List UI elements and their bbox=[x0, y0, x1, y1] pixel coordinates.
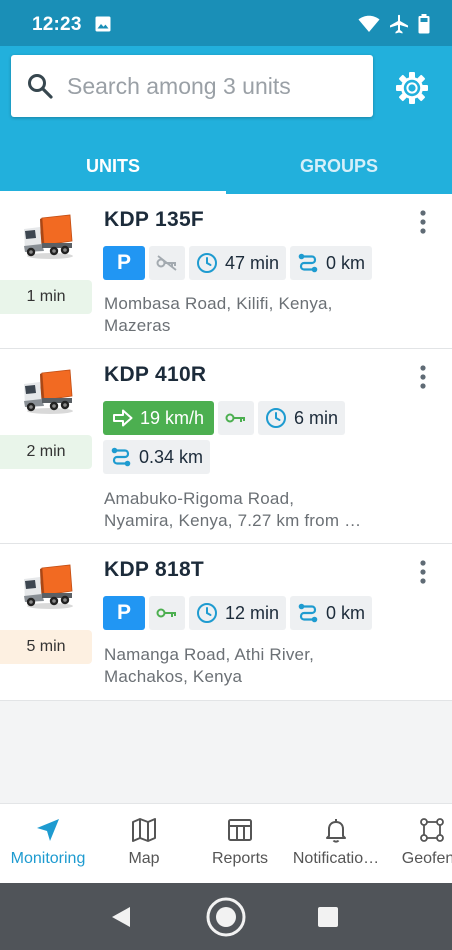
status-time: 12:23 bbox=[32, 14, 82, 35]
bell-icon bbox=[326, 819, 346, 843]
tab-units[interactable]: UNITS bbox=[0, 138, 226, 194]
unit-address: Amabuko-Rigoma Road, Nyamira, Kenya, 7.2… bbox=[104, 488, 404, 532]
distance-chip: 0 km bbox=[290, 246, 373, 280]
home-icon[interactable] bbox=[205, 896, 247, 938]
key-on-icon bbox=[225, 413, 246, 423]
last-update-badge: 2 min bbox=[0, 435, 92, 469]
truck-icon bbox=[24, 369, 73, 414]
route-icon bbox=[111, 447, 131, 467]
settings-gear-icon[interactable] bbox=[394, 70, 430, 106]
duration-chip: 6 min bbox=[258, 401, 346, 435]
unit-address: Mombasa Road, Kilifi, Kenya, Mazeras bbox=[104, 293, 404, 337]
unit-card[interactable]: 1 min KDP 135F P 47 min 0 km Mombasa Roa… bbox=[0, 194, 452, 349]
status-icons bbox=[358, 14, 430, 34]
unit-address: Namanga Road, Athi River, Machakos, Keny… bbox=[104, 644, 404, 688]
nav-geofences[interactable]: Geofenc bbox=[384, 804, 452, 884]
address-line: Namanga Road, Athi River, bbox=[104, 645, 315, 664]
image-notification-icon bbox=[95, 16, 111, 32]
clock-icon bbox=[266, 408, 287, 428]
battery-icon bbox=[418, 14, 430, 34]
distance-value: 0.34 km bbox=[139, 446, 204, 467]
last-update-badge: 1 min bbox=[0, 280, 92, 314]
more-options-icon[interactable] bbox=[414, 363, 432, 391]
nav-map[interactable]: Map bbox=[96, 804, 192, 884]
tab-groups[interactable]: GROUPS bbox=[226, 138, 452, 194]
nav-label: Notificatio… bbox=[292, 850, 380, 867]
route-icon bbox=[298, 253, 318, 273]
duration-chip: 12 min bbox=[189, 596, 287, 630]
ignition-on-chip bbox=[149, 596, 185, 630]
bottom-navigation: Monitoring Map Reports Notificatio… Geof… bbox=[0, 803, 452, 883]
table-icon bbox=[228, 819, 252, 841]
parked-status-badge: P bbox=[103, 596, 145, 630]
address-line: Machakos, Kenya bbox=[104, 667, 243, 686]
distance-value: 0 km bbox=[326, 602, 366, 623]
address-line: Nyamira, Kenya, 7.27 km from … bbox=[104, 511, 362, 530]
truck-icon bbox=[24, 564, 73, 609]
back-icon[interactable] bbox=[110, 905, 132, 929]
nav-notifications[interactable]: Notificatio… bbox=[288, 804, 384, 884]
address-line: Mazeras bbox=[104, 316, 171, 335]
route-icon bbox=[298, 603, 318, 623]
nav-label: Geofenc bbox=[401, 850, 452, 867]
key-off-icon bbox=[156, 255, 177, 271]
speed-chip: 19 km/h bbox=[103, 401, 215, 435]
nav-reports[interactable]: Reports bbox=[192, 804, 288, 884]
search-icon bbox=[28, 74, 53, 99]
ignition-off-chip bbox=[149, 246, 185, 280]
last-update-badge: 5 min bbox=[0, 630, 92, 664]
duration-chip: 47 min bbox=[189, 246, 287, 280]
recents-icon[interactable] bbox=[317, 906, 339, 928]
map-icon bbox=[132, 818, 156, 842]
address-line: Amabuko-Rigoma Road, bbox=[104, 489, 295, 508]
search-box[interactable] bbox=[11, 55, 373, 117]
clock-icon bbox=[197, 603, 217, 623]
search-input[interactable] bbox=[67, 69, 363, 103]
nav-label: Monitoring bbox=[10, 850, 86, 867]
ignition-on-chip bbox=[218, 401, 255, 435]
unit-name: KDP 135F bbox=[104, 208, 205, 231]
unit-card[interactable]: 5 min KDP 818T P 12 min 0 km Namanga Roa… bbox=[0, 544, 452, 701]
moving-arrow-icon bbox=[113, 409, 133, 427]
status-bar: 12:23 bbox=[0, 0, 452, 46]
parked-status-badge: P bbox=[103, 246, 145, 280]
unit-list: 1 min KDP 135F P 47 min 0 km Mombasa Roa… bbox=[0, 194, 452, 701]
airplane-mode-icon bbox=[390, 14, 408, 34]
unit-status-chips: P 47 min 0 km bbox=[103, 246, 393, 280]
key-on-icon bbox=[156, 608, 176, 618]
unit-card[interactable]: 2 min KDP 410R 19 km/h 6 min 0.34 km Ama… bbox=[0, 349, 452, 544]
speed-value: 19 km/h bbox=[140, 407, 205, 428]
duration-value: 12 min bbox=[225, 602, 280, 623]
more-options-icon[interactable] bbox=[414, 208, 432, 236]
unit-name: KDP 818T bbox=[104, 558, 205, 581]
navigation-arrow-icon bbox=[37, 819, 59, 841]
system-navigation-bar bbox=[0, 883, 452, 950]
address-line: Mombasa Road, Kilifi, Kenya, bbox=[104, 294, 333, 313]
truck-icon bbox=[24, 214, 73, 259]
distance-chip: 0 km bbox=[290, 596, 373, 630]
distance-chip: 0.34 km bbox=[103, 440, 211, 474]
geofence-icon bbox=[420, 818, 444, 842]
duration-value: 6 min bbox=[294, 407, 339, 428]
tab-bar: UNITS GROUPS bbox=[0, 138, 452, 194]
duration-value: 47 min bbox=[225, 252, 280, 273]
more-options-icon[interactable] bbox=[414, 558, 432, 586]
distance-value: 0 km bbox=[326, 252, 366, 273]
wifi-icon bbox=[358, 15, 380, 32]
unit-status-chips: P 12 min 0 km bbox=[103, 596, 393, 630]
unit-status-chips: 19 km/h 6 min 0.34 km bbox=[103, 401, 393, 474]
clock-icon bbox=[197, 253, 217, 273]
nav-monitoring[interactable]: Monitoring bbox=[0, 804, 96, 884]
nav-label: Map bbox=[128, 850, 160, 867]
nav-label: Reports bbox=[211, 850, 269, 867]
app-header: UNITS GROUPS bbox=[0, 46, 452, 194]
unit-name: KDP 410R bbox=[104, 363, 207, 386]
